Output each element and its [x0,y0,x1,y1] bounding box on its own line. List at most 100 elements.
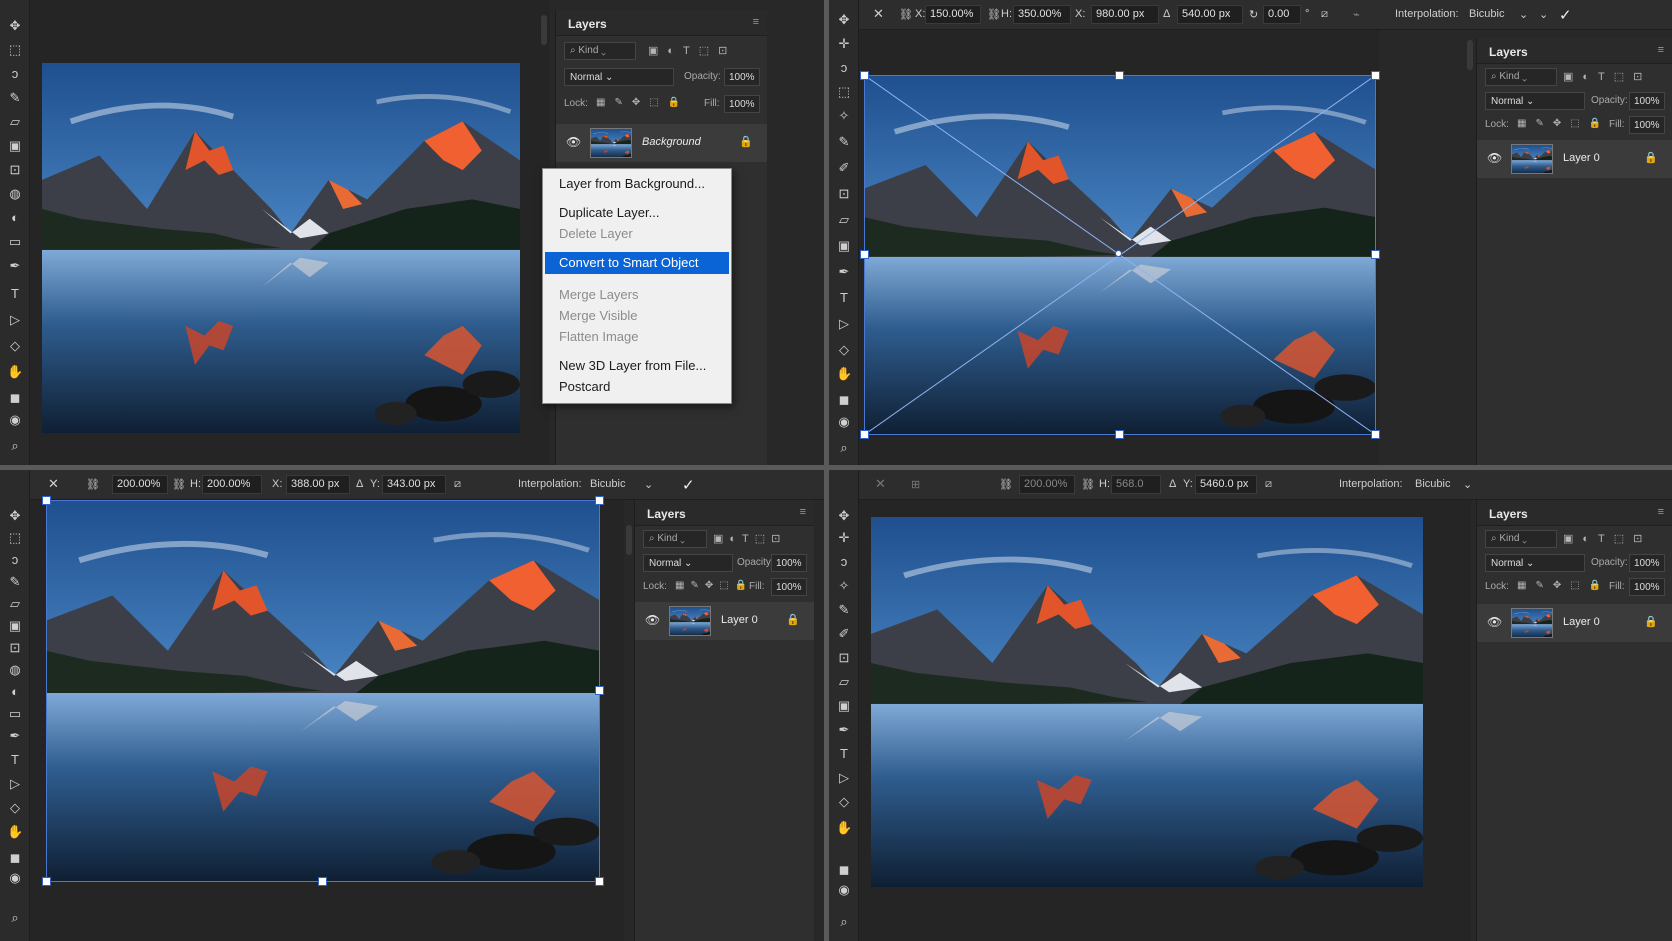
pen-icon[interactable]: ✒ [7,258,23,274]
brush-icon[interactable]: ✐ [836,160,852,176]
blend-mode-select[interactable]: Normal ⌄ [1485,92,1585,110]
visibility-eye-icon[interactable]: 👁 [566,135,581,149]
kind-filter-select[interactable]: ⌕ Kind ⌄ [643,530,707,548]
panel-scrollbar[interactable] [626,525,632,555]
rectangle-icon[interactable]: ▭ [7,706,23,722]
type-icon[interactable]: T [836,746,852,762]
eyedropper-icon[interactable]: ✎ [836,602,852,618]
artboard-icon[interactable]: ✛ [836,530,852,546]
menu-item-delete-layer[interactable]: Delete Layer [545,223,729,245]
delta-icon[interactable]: Δ [1169,478,1176,490]
path-select-icon[interactable]: ▷ [7,776,23,792]
link-icon[interactable]: ⛓ [899,8,913,21]
blend-mode-select[interactable]: Normal ⌄ [643,554,733,572]
lasso-icon[interactable]: ↄ [836,554,852,570]
transform-handle-r[interactable] [1371,250,1380,259]
skew-icon[interactable]: ⧄ [454,478,461,491]
transform-center-point[interactable] [1115,250,1122,257]
layers-tab[interactable]: Layers ≡ [1477,38,1672,64]
height-percent-input[interactable]: 200.00% [202,475,262,494]
visibility-eye-icon[interactable]: 👁 [1487,615,1502,629]
canvas-image[interactable] [46,500,600,882]
eraser-icon[interactable]: ▱ [7,114,23,130]
maintain-aspect-icon[interactable]: ⛓ [987,8,1001,21]
y-input[interactable]: 540.00 px [1177,5,1243,24]
lock-icons[interactable]: ▦✎✥⬚🔒 [1517,580,1610,591]
lock-icon[interactable]: 🔒 [1644,151,1658,164]
delta-icon[interactable]: Δ [356,478,363,490]
shape-icon[interactable]: ◇ [836,342,852,358]
color-swatch-icon[interactable]: ◼ [836,862,852,878]
y-input[interactable]: 343.00 px [382,475,446,494]
zoom-icon[interactable]: ⌕ [836,914,852,930]
layers-tab[interactable]: Layers ≡ [635,500,814,526]
lasso-icon[interactable]: ↄ [7,66,23,82]
pen-icon[interactable]: ✒ [7,728,23,744]
menu-item-convert-to-smart-object[interactable]: Convert to Smart Object [545,252,729,274]
menu-item-layer-from-background[interactable]: Layer from Background... [545,173,729,195]
eraser-icon[interactable]: ▱ [836,674,852,690]
layer-name[interactable]: Layer 0 [721,614,758,626]
brush-icon[interactable]: ✎ [7,90,23,106]
zoom-icon[interactable]: ⌕ [7,910,23,926]
opacity-input[interactable]: 100% [771,554,807,572]
move-icon[interactable]: ✥ [836,508,852,524]
kind-filter-select[interactable]: ⌕ Kind ⌄ [1485,530,1557,548]
rotate-icon[interactable]: ↻ [1249,8,1258,21]
blend-mode-select[interactable]: Normal ⌄ [564,68,674,86]
blend-mode-select[interactable]: Normal ⌄ [1485,554,1585,572]
eyedropper-icon[interactable]: ✎ [836,134,852,150]
transform-handle-tr[interactable] [1371,71,1380,80]
layers-tab[interactable]: Layers ≡ [1477,500,1672,526]
x-input[interactable]: 388.00 px [286,475,350,494]
blur-icon[interactable]: ◍ [7,662,23,678]
menu-item-postcard[interactable]: Postcard [545,376,729,398]
reference-point-icon[interactable]: ✕ [873,6,884,22]
eraser-icon[interactable]: ▱ [7,596,23,612]
blur-icon[interactable]: ◍ [7,186,23,202]
stamp-icon[interactable]: ⊡ [836,186,852,202]
path-select-icon[interactable]: ▷ [7,312,23,328]
x-input[interactable]: 980.00 px [1091,5,1159,24]
angle-input[interactable]: 0.00 [1263,5,1301,24]
lock-icon[interactable]: 🔒 [1644,615,1658,628]
brush-icon[interactable]: ✐ [836,626,852,642]
transform-handle-bl[interactable] [860,430,869,439]
zoom-icon[interactable]: ⌕ [7,438,23,454]
panel-menu-icon[interactable]: ≡ [1658,44,1664,56]
shape-icon[interactable]: ◇ [836,794,852,810]
menu-item-flatten-image[interactable]: Flatten Image [545,326,729,348]
layer-name[interactable]: Layer 0 [1563,616,1600,628]
kind-filter-select[interactable]: ⌕ Kind ⌄ [1485,68,1557,86]
layer-name[interactable]: Background [642,136,701,148]
commit-check-icon[interactable]: ✓ [682,476,695,494]
visibility-eye-icon[interactable]: 👁 [1487,151,1502,165]
interpolation-select[interactable]: Bicubic [590,478,625,490]
shape-icon[interactable]: ◇ [7,338,23,354]
dropdown-chevron-icon[interactable]: ⌄ [1463,478,1472,491]
reference-point-icon[interactable]: ✕ [875,476,886,492]
gradient-icon[interactable]: ▣ [836,238,852,254]
dropdown-chevron-icon[interactable]: ⌄ [644,478,653,491]
layer-row[interactable]: 👁 Background 🔒 [556,124,767,162]
quick-mask-icon[interactable]: ◉ [7,870,23,886]
fill-input[interactable]: 100% [771,578,807,596]
hand-icon[interactable]: ✋ [7,824,23,840]
lock-icon[interactable]: 🔒 [739,135,753,148]
dodge-icon[interactable]: ◐ [7,684,23,700]
maintain-aspect-icon[interactable]: ⛓ [1081,478,1095,491]
menu-item-merge-layers[interactable]: Merge Layers [545,284,729,306]
shape-icon[interactable]: ◇ [7,800,23,816]
lasso-icon[interactable]: ↄ [7,552,23,568]
transform-handle-t[interactable] [1115,71,1124,80]
opacity-input[interactable]: 100% [724,68,760,86]
filter-icons[interactable]: ▣◐T⬚⊡ [1563,532,1651,545]
magic-wand-icon[interactable]: ✧ [836,578,852,594]
fill-input[interactable]: 100% [1629,578,1665,596]
skew-field[interactable]: ⌁ [1353,8,1360,21]
commit-check-icon[interactable]: ✓ [1559,6,1572,24]
kind-filter-select[interactable]: ⌕ Kind ⌄ [564,42,636,60]
lock-icons[interactable]: ▦✎✥⬚🔒 [675,580,753,591]
layer-row[interactable]: 👁 Layer 0 🔒 [1477,604,1672,642]
transform-handle-tr[interactable] [595,496,604,505]
